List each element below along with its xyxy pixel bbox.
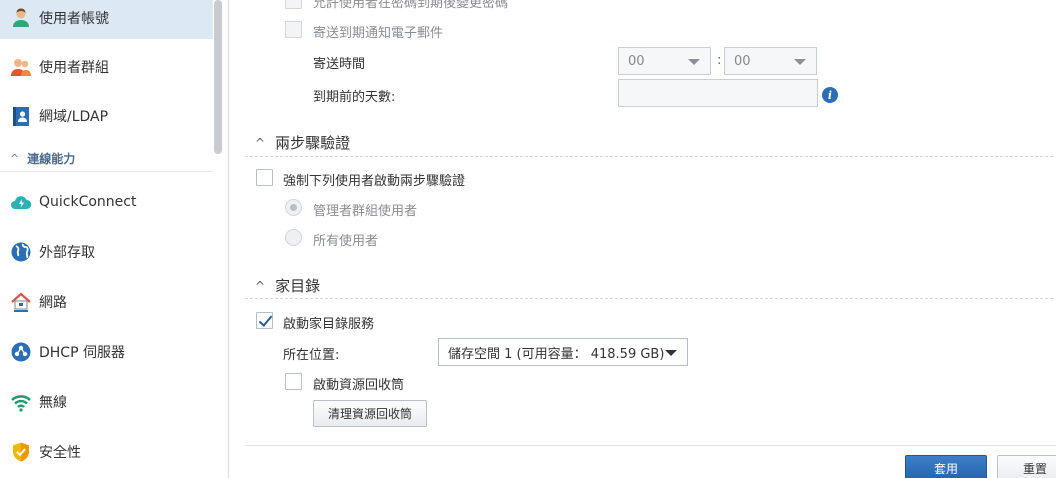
time-separator: : [717,53,722,68]
send-time-label: 寄送時間 [313,57,366,72]
enable-recycle-bin-label: 啟動資源回收筒 [313,378,405,393]
shield-icon [10,441,32,463]
user-group-icon [10,56,32,78]
chevron-down-icon [794,59,806,65]
sidebar-item-quickconnect[interactable]: QuickConnect [0,181,213,223]
send-expiry-notice-checkbox[interactable] [285,21,302,38]
sidebar-item-external-access[interactable]: 外部存取 [0,231,213,273]
sidebar-scrollbar[interactable] [214,0,222,154]
sidebar-item-label: 網域/LDAP [39,109,109,125]
chevron-up-icon: ^ [255,135,266,150]
sidebar-item-label: 使用者群組 [39,60,109,76]
chevron-down-icon [688,59,700,65]
location-label: 所在位置: [283,348,340,363]
admin-group-radio[interactable] [285,199,302,216]
chevron-up-icon: ^ [10,152,20,165]
clear-recycle-bin-button[interactable]: 清理資源回收筒 [313,400,427,427]
user-icon [10,7,32,29]
send-expiry-notice-label: 寄送到期通知電子郵件 [313,26,444,41]
admin-group-label: 管理者群組使用者 [313,204,418,219]
domain-ldap-icon [10,105,32,127]
sidebar-item-network[interactable]: 網路 [0,281,213,323]
send-hour-select[interactable]: 00 [618,47,711,75]
two-step-section-header[interactable]: ^ 兩步驟驗證 [255,132,350,153]
days-before-expiry-label: 到期前的天數: [313,90,396,105]
allow-change-after-expiry-label: 允許使用者在密碼到期後變更密碼 [313,0,509,11]
sidebar-item-dhcp-server[interactable]: DHCP 伺服器 [0,331,213,373]
allow-change-after-expiry-checkbox[interactable] [285,0,302,9]
reset-button[interactable]: 重置 [997,455,1056,478]
sidebar-section-label: 連線能力 [27,152,76,166]
enforce-two-step-checkbox[interactable] [256,169,273,186]
two-step-section-title: 兩步驟驗證 [275,134,351,152]
wifi-icon [10,391,32,413]
sidebar-item-domain-ldap[interactable]: 網域/LDAP [0,95,213,137]
sidebar-item-user-accounts[interactable]: 使用者帳號 [0,0,213,39]
sidebar-item-label: QuickConnect [39,194,137,210]
sidebar-item-wireless[interactable]: 無線 [0,381,213,423]
network-house-icon [10,291,32,313]
home-section-header[interactable]: ^ 家目錄 [255,275,320,296]
sidebar-item-label: 網路 [39,295,67,311]
sidebar: 使用者帳號 使用者群組 網域/LDAP ^ 連線能力 QuickConnect … [0,0,229,478]
location-value: 儲存空間 1 (可用容量： 418.59 GB) [448,346,665,362]
footer-divider [245,445,1056,446]
location-select[interactable]: 儲存空間 1 (可用容量： 418.59 GB) [438,338,688,366]
sidebar-item-label: DHCP 伺服器 [39,345,125,361]
enable-home-service-label: 啟動家目錄服務 [283,317,375,332]
sidebar-item-label: 安全性 [39,445,81,461]
section-divider [245,156,1053,157]
sidebar-item-label: 無線 [39,395,67,411]
sidebar-section-connectivity[interactable]: ^ 連線能力 [0,146,213,172]
sidebar-item-security[interactable]: 安全性 [0,431,213,473]
enable-home-service-checkbox[interactable] [256,312,273,329]
external-access-globe-icon [10,241,32,263]
all-users-label: 所有使用者 [313,234,379,249]
quickconnect-cloud-icon [10,191,32,213]
enforce-two-step-label: 強制下列使用者啟動兩步驟驗證 [283,174,466,189]
enable-recycle-bin-checkbox[interactable] [285,373,302,390]
send-minute-value: 00 [734,53,751,69]
days-before-expiry-input[interactable] [618,79,818,107]
info-icon[interactable]: i [822,87,838,103]
home-section-title: 家目錄 [275,277,321,295]
section-divider [245,298,1053,299]
send-hour-value: 00 [628,53,645,69]
send-minute-select[interactable]: 00 [724,47,817,75]
sidebar-item-label: 使用者帳號 [39,11,109,27]
apply-button[interactable]: 套用 [905,455,987,478]
chevron-up-icon: ^ [255,278,266,293]
all-users-radio[interactable] [285,229,302,246]
dhcp-server-icon [10,341,32,363]
chevron-down-icon [665,350,677,356]
sidebar-item-label: 外部存取 [39,245,95,261]
settings-panel: 允許使用者在密碼到期後變更密碼 寄送到期通知電子郵件 寄送時間 00 : 00 … [229,0,1056,478]
sidebar-item-user-groups[interactable]: 使用者群組 [0,46,213,88]
